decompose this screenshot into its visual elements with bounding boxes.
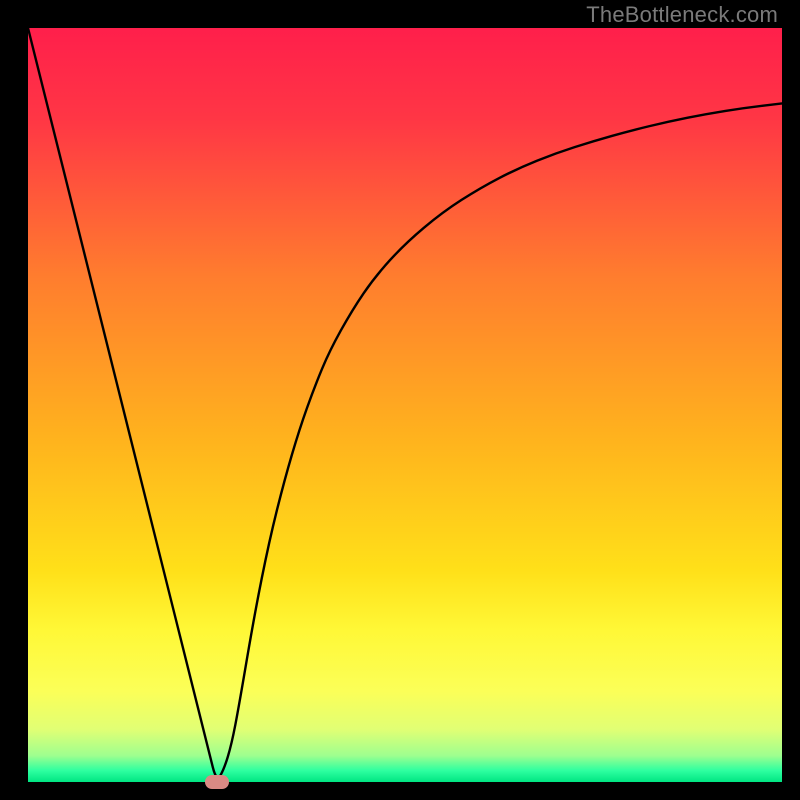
optimal-point-marker — [205, 775, 229, 789]
watermark-text: TheBottleneck.com — [586, 2, 778, 28]
plot-background — [28, 28, 782, 782]
chart-frame: TheBottleneck.com — [0, 0, 800, 800]
bottleneck-chart — [0, 0, 800, 800]
